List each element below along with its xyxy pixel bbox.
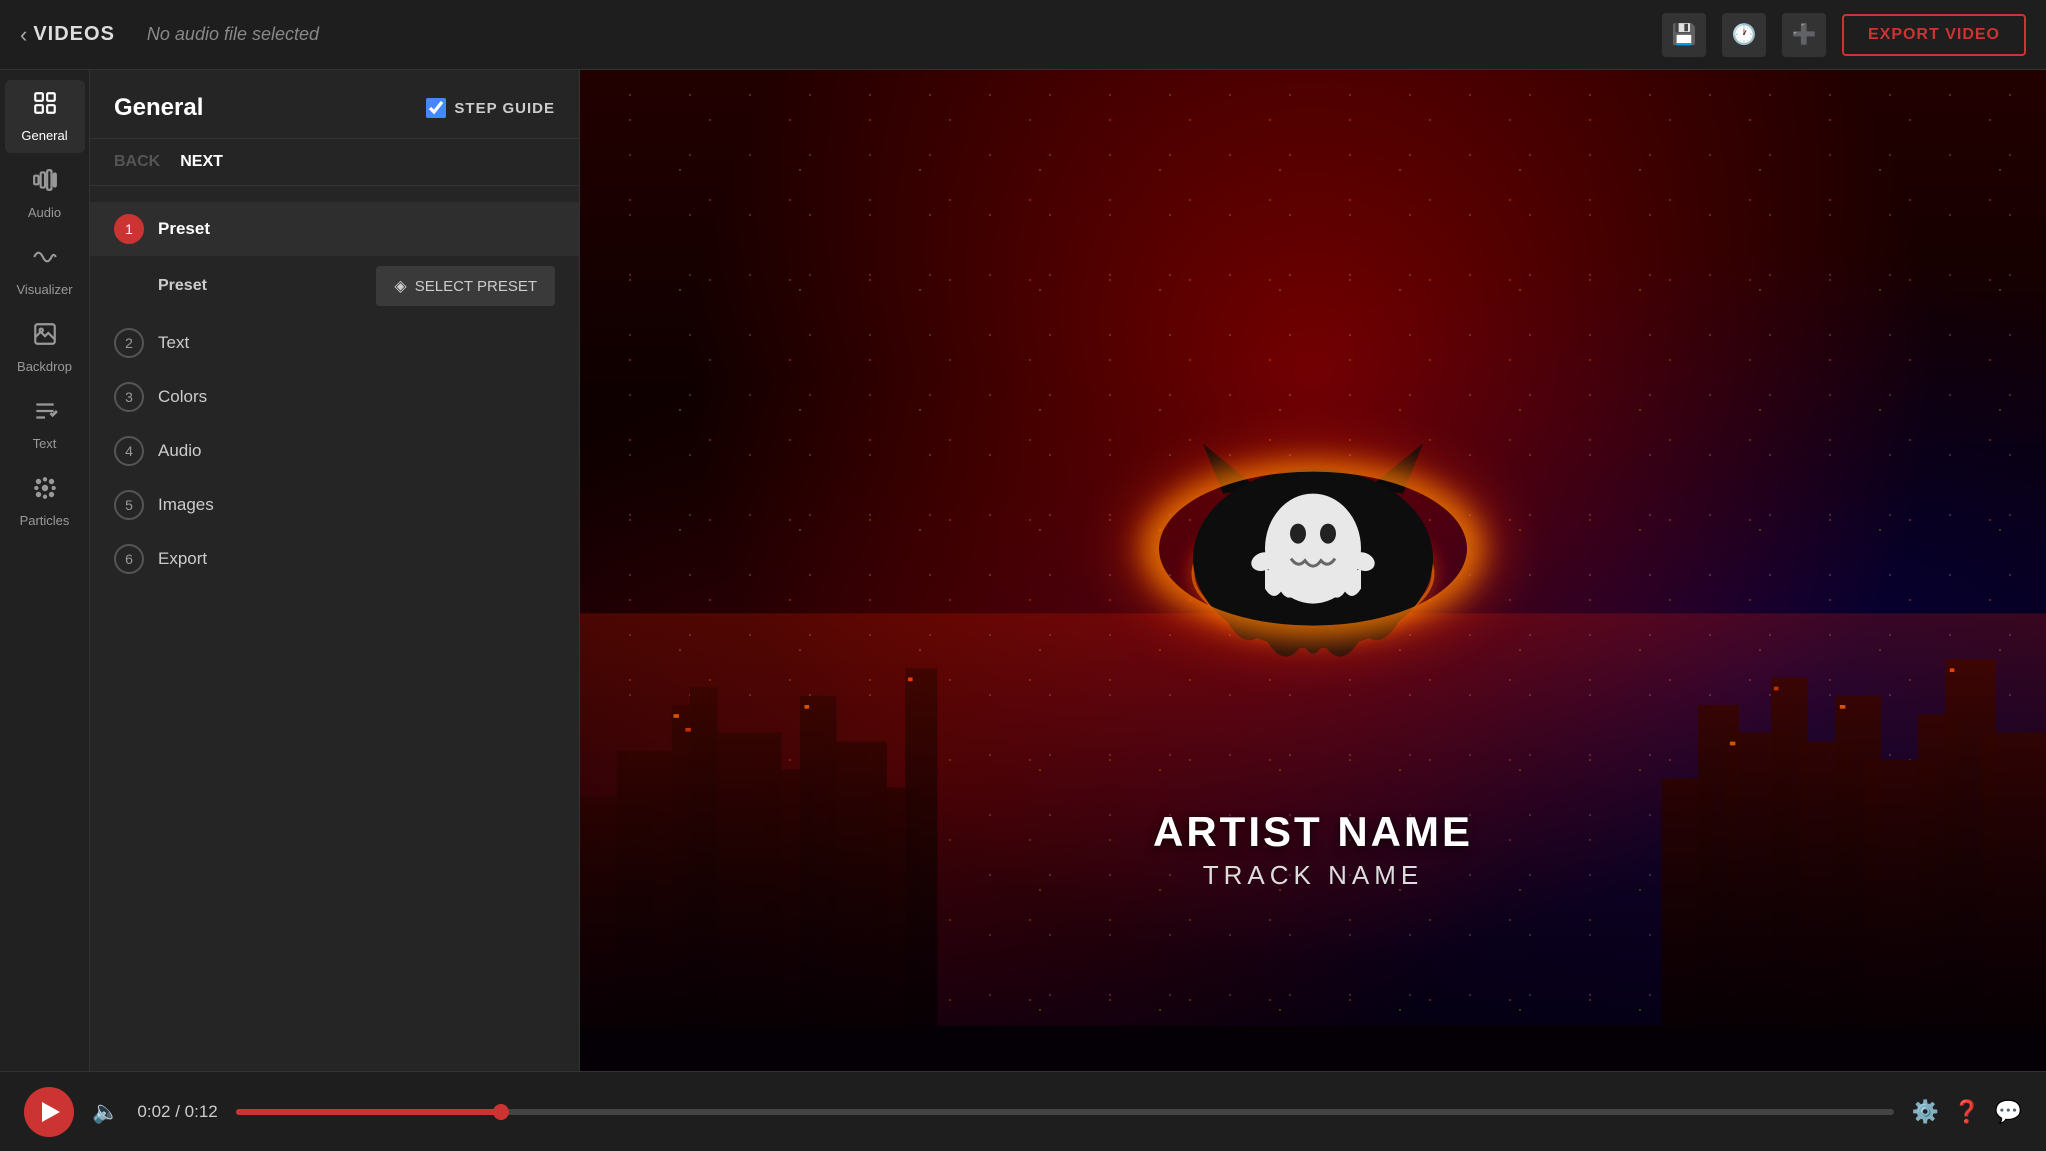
step-item-images[interactable]: 5 Images xyxy=(90,478,579,532)
nav-row: BACK NEXT xyxy=(90,139,579,186)
sidebar-item-audio[interactable]: Audio xyxy=(5,157,85,230)
step-number-2: 2 xyxy=(114,328,144,358)
step-label-images: Images xyxy=(158,495,214,515)
back-nav-button[interactable]: BACK xyxy=(114,153,160,171)
preset-diamond-icon: ◈ xyxy=(394,276,406,296)
time-display: 0:02 / 0:12 xyxy=(137,1102,217,1122)
panel-title: General xyxy=(114,94,203,122)
progress-thumb xyxy=(493,1104,509,1120)
settings-panel: General STEP GUIDE BACK NEXT 1 Preset Pr… xyxy=(90,70,580,1071)
sidebar-item-particles[interactable]: Particles xyxy=(5,465,85,538)
sidebar-item-text[interactable]: Text xyxy=(5,388,85,461)
steps-list: 1 Preset Preset ◈ SELECT PRESET 2 Text 3… xyxy=(90,186,579,1071)
topbar: ‹ VIDEOS No audio file selected 💾 🕐 ➕ EX… xyxy=(0,0,2046,70)
select-preset-button[interactable]: ◈ SELECT PRESET xyxy=(376,266,555,306)
bottom-right-icons: ⚙️ ❓ 💬 xyxy=(1912,1099,2022,1125)
step-number-6: 6 xyxy=(114,544,144,574)
select-preset-label: SELECT PRESET xyxy=(415,278,537,295)
sidebar-item-visualizer[interactable]: Visualizer xyxy=(5,234,85,307)
artist-name: ARTIST NAME xyxy=(1153,808,1473,856)
back-arrow-icon: ‹ xyxy=(20,22,27,48)
glow-ring xyxy=(1159,471,1467,625)
artist-text: ARTIST NAME TRACK NAME xyxy=(1153,808,1473,891)
sidebar-label-audio: Audio xyxy=(28,205,61,220)
step-number-3: 3 xyxy=(114,382,144,412)
step-item-audio[interactable]: 4 Audio xyxy=(90,424,579,478)
visualizer-icon xyxy=(32,244,58,276)
preview-area: ARTIST NAME TRACK NAME xyxy=(580,70,2046,1071)
history-icon: 🕐 xyxy=(1732,22,1757,47)
step-label-colors: Colors xyxy=(158,387,207,407)
audio-status: No audio file selected xyxy=(147,24,319,45)
add-button[interactable]: ➕ xyxy=(1782,13,1826,57)
logo-area xyxy=(1163,408,1463,688)
step-guide-row: STEP GUIDE xyxy=(426,98,555,118)
backdrop-icon xyxy=(32,321,58,353)
sidebar-label-visualizer: Visualizer xyxy=(16,282,72,297)
step-item-preset[interactable]: 1 Preset xyxy=(90,202,579,256)
sidebar-label-text: Text xyxy=(33,436,57,451)
sidebar-label-backdrop: Backdrop xyxy=(17,359,72,374)
step-item-text[interactable]: 2 Text xyxy=(90,316,579,370)
sidebar-item-general[interactable]: General xyxy=(5,80,85,153)
settings-icon[interactable]: ⚙️ xyxy=(1912,1099,1939,1125)
sub-step-preset-label: Preset xyxy=(158,277,207,295)
step-number-1: 1 xyxy=(114,214,144,244)
help-icon[interactable]: ❓ xyxy=(1953,1099,1980,1125)
play-button[interactable] xyxy=(24,1087,74,1137)
track-name: TRACK NAME xyxy=(1153,860,1473,891)
play-icon xyxy=(42,1102,60,1122)
step-label-preset: Preset xyxy=(158,219,210,239)
chat-icon[interactable]: 💬 xyxy=(1995,1099,2022,1125)
save-button[interactable]: 💾 xyxy=(1662,13,1706,57)
text-icon xyxy=(32,398,58,430)
audio-icon xyxy=(32,167,58,199)
general-icon xyxy=(32,90,58,122)
left-sidebar: General Audio Visualizer xyxy=(0,70,90,1071)
back-button[interactable]: ‹ VIDEOS xyxy=(20,22,115,48)
step-label-export: Export xyxy=(158,549,207,569)
panel-header: General STEP GUIDE xyxy=(90,70,579,139)
add-icon: ➕ xyxy=(1792,22,1817,47)
sub-step-preset: Preset ◈ SELECT PRESET xyxy=(90,256,579,316)
step-guide-checkbox[interactable] xyxy=(426,98,446,118)
videos-label: VIDEOS xyxy=(33,23,115,46)
preview-canvas: ARTIST NAME TRACK NAME xyxy=(580,70,2046,1071)
ghost-container xyxy=(1163,408,1463,688)
progress-fill xyxy=(236,1109,501,1115)
sidebar-item-backdrop[interactable]: Backdrop xyxy=(5,311,85,384)
sidebar-label-particles: Particles xyxy=(20,513,70,528)
next-nav-button[interactable]: NEXT xyxy=(180,153,223,171)
particles-icon xyxy=(32,475,58,507)
bottom-bar: 🔈 0:02 / 0:12 ⚙️ ❓ 💬 xyxy=(0,1071,2046,1151)
step-item-export[interactable]: 6 Export xyxy=(90,532,579,586)
step-number-4: 4 xyxy=(114,436,144,466)
main-content: General Audio Visualizer xyxy=(0,70,2046,1071)
sidebar-label-general: General xyxy=(21,128,67,143)
step-number-5: 5 xyxy=(114,490,144,520)
topbar-right: 💾 🕐 ➕ EXPORT VIDEO xyxy=(1662,13,2026,57)
volume-icon[interactable]: 🔈 xyxy=(92,1099,119,1125)
step-guide-label: STEP GUIDE xyxy=(454,100,555,117)
step-label-text: Text xyxy=(158,333,189,353)
topbar-left: ‹ VIDEOS No audio file selected xyxy=(20,22,319,48)
step-item-colors[interactable]: 3 Colors xyxy=(90,370,579,424)
history-button[interactable]: 🕐 xyxy=(1722,13,1766,57)
step-label-audio: Audio xyxy=(158,441,201,461)
progress-bar[interactable] xyxy=(236,1109,1894,1115)
save-icon: 💾 xyxy=(1672,22,1697,47)
export-video-button[interactable]: EXPORT VIDEO xyxy=(1842,14,2026,56)
